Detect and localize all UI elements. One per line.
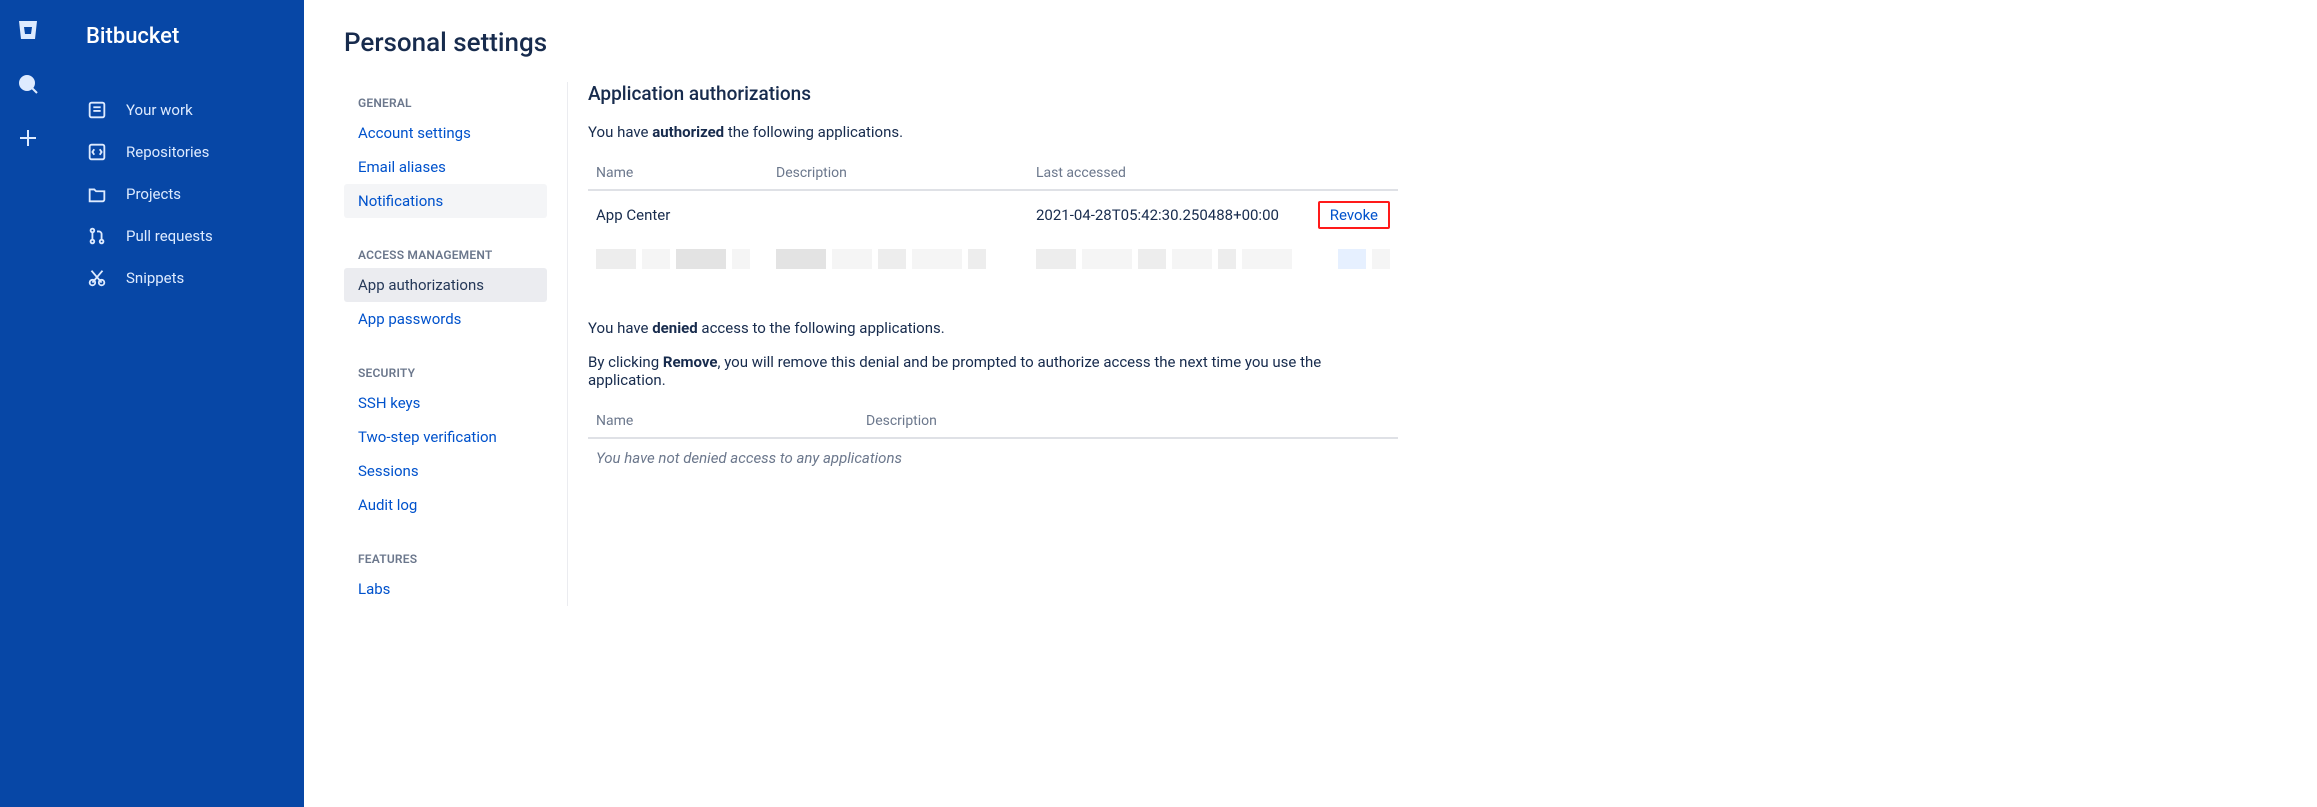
settings-item-email-aliases[interactable]: Email aliases (344, 150, 547, 184)
text-fragment: access to the following applications. (698, 319, 945, 337)
th-last-accessed: Last accessed (1028, 157, 1308, 190)
cell-app-name: App Center (588, 190, 768, 239)
table-row: App Center 2021-04-28T05:42:30.250488+00… (588, 190, 1398, 239)
text-fragment: You have (588, 123, 652, 141)
revoke-button[interactable]: Revoke (1318, 201, 1390, 229)
page-title: Personal settings (344, 28, 2277, 58)
th-description: Description (768, 157, 1028, 190)
remove-sentence: By clicking Remove, you will remove this… (588, 353, 1398, 389)
settings-item-app-authorizations[interactable]: App authorizations (344, 268, 547, 302)
settings-item-labs[interactable]: Labs (344, 572, 547, 606)
cell-app-description (768, 190, 1028, 239)
settings-group-general: GENERAL (344, 86, 567, 116)
nav-label: Projects (126, 185, 181, 203)
nav-projects[interactable]: Projects (56, 173, 304, 215)
content-area: Personal settings GENERAL Account settin… (304, 0, 2317, 807)
settings-item-sessions[interactable]: Sessions (344, 454, 547, 488)
th-description: Description (858, 405, 1398, 438)
text-bold: Remove (663, 353, 718, 371)
empty-row: You have not denied access to any applic… (588, 438, 1398, 477)
search-icon[interactable] (16, 72, 40, 100)
settings-group-security: SECURITY (344, 356, 567, 386)
text-bold: denied (652, 319, 697, 337)
product-nav: Bitbucket Your work Repositories Project… (56, 0, 304, 807)
cell-last-accessed: 2021-04-28T05:42:30.250488+00:00 (1028, 190, 1308, 239)
nav-repositories[interactable]: Repositories (56, 131, 304, 173)
settings-item-two-step[interactable]: Two-step verification (344, 420, 547, 454)
nav-label: Your work (126, 101, 193, 119)
text-fragment: the following applications. (724, 123, 903, 141)
settings-group-features: FEATURES (344, 542, 567, 572)
text-fragment: By clicking (588, 353, 663, 371)
redacted-row (588, 239, 1398, 279)
settings-item-app-passwords[interactable]: App passwords (344, 302, 547, 336)
settings-item-account[interactable]: Account settings (344, 116, 547, 150)
th-name: Name (588, 157, 768, 190)
panel-heading: Application authorizations (588, 82, 1398, 105)
create-icon[interactable] (16, 126, 40, 154)
denied-sentence: You have denied access to the following … (588, 319, 1398, 337)
nav-label: Repositories (126, 143, 209, 161)
nav-pull-requests[interactable]: Pull requests (56, 215, 304, 257)
settings-item-notifications[interactable]: Notifications (344, 184, 547, 218)
bitbucket-logo-icon[interactable] (16, 18, 40, 46)
global-icon-rail (0, 0, 56, 807)
settings-nav: GENERAL Account settings Email aliases N… (344, 82, 568, 606)
nav-label: Snippets (126, 269, 184, 287)
settings-group-access: ACCESS MANAGEMENT (344, 238, 567, 268)
text-bold: authorized (652, 123, 724, 141)
nav-snippets[interactable]: Snippets (56, 257, 304, 299)
text-fragment: You have (588, 319, 652, 337)
settings-item-audit-log[interactable]: Audit log (344, 488, 547, 522)
brand-title: Bitbucket (56, 24, 304, 49)
settings-item-ssh-keys[interactable]: SSH keys (344, 386, 547, 420)
th-name: Name (588, 405, 858, 438)
nav-label: Pull requests (126, 227, 213, 245)
empty-message: You have not denied access to any applic… (588, 438, 1398, 477)
denied-apps-table: Name Description You have not denied acc… (588, 405, 1398, 477)
nav-your-work[interactable]: Your work (56, 89, 304, 131)
authorized-sentence: You have authorized the following applic… (588, 123, 1398, 141)
authorized-apps-table: Name Description Last accessed App Cente… (588, 157, 1398, 279)
main-panel: Application authorizations You have auth… (568, 82, 1398, 477)
